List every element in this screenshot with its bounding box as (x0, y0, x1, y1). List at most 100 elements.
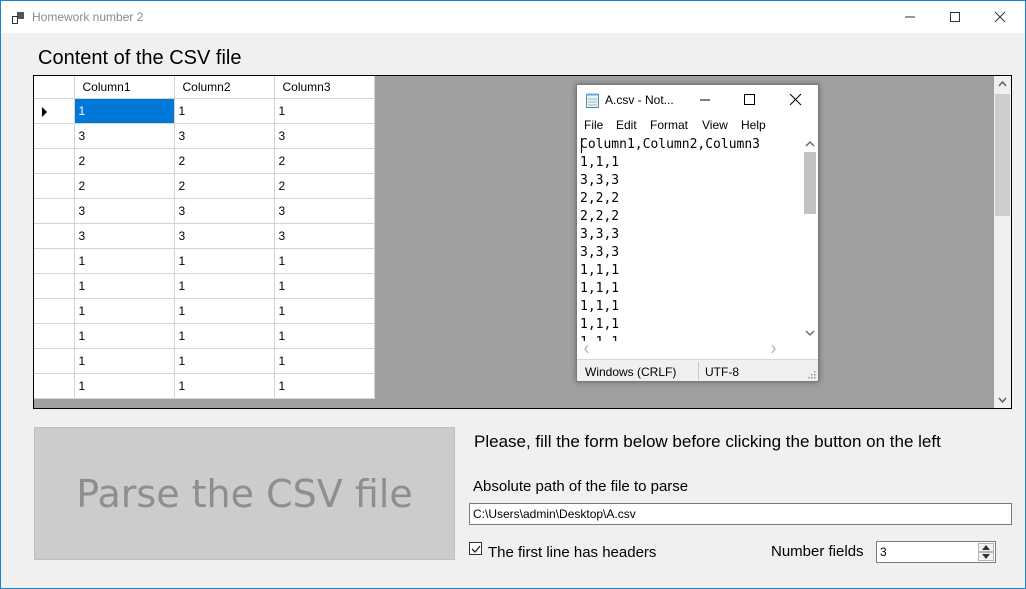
notepad-maximize-button[interactable] (729, 85, 769, 115)
grid-cell[interactable]: 1 (74, 373, 175, 399)
scroll-thumb[interactable] (995, 94, 1010, 216)
menu-format[interactable]: Format (650, 118, 688, 132)
table-row[interactable]: 111 (34, 248, 375, 274)
minimize-button[interactable] (887, 1, 933, 33)
table-row[interactable]: 222 (34, 148, 375, 174)
grid-cell[interactable]: 1 (174, 348, 275, 374)
maximize-button[interactable] (932, 1, 978, 33)
table-row[interactable]: 111 (34, 98, 375, 124)
grid-cell[interactable]: 1 (274, 273, 375, 299)
grid-cell[interactable]: 1 (274, 248, 375, 274)
table-row[interactable]: 111 (34, 323, 375, 349)
grid-cell[interactable]: 1 (174, 273, 275, 299)
number-fields-value[interactable]: 3 (880, 545, 887, 559)
grid-cell[interactable]: 1 (174, 248, 275, 274)
column-header[interactable]: Column3 (274, 76, 375, 99)
path-input[interactable] (469, 503, 1012, 525)
grid-cell[interactable]: 1 (174, 323, 275, 349)
table-row[interactable]: 222 (34, 173, 375, 199)
menu-view[interactable]: View (702, 118, 728, 132)
notepad-title-bar[interactable]: A.csv - Not... (577, 85, 818, 115)
grid-cell[interactable]: 1 (274, 298, 375, 324)
grid-cell[interactable]: 1 (274, 323, 375, 349)
notepad-horizontal-scrollbar[interactable] (577, 341, 802, 357)
menu-edit[interactable]: Edit (616, 118, 637, 132)
current-row-arrow-icon (42, 106, 47, 117)
grid-cell[interactable]: 2 (174, 173, 275, 199)
row-header[interactable] (34, 373, 75, 399)
grid-cell[interactable]: 2 (74, 173, 175, 199)
grid-cell[interactable]: 3 (174, 198, 275, 224)
scroll-down-button[interactable] (994, 391, 1011, 408)
row-header[interactable] (34, 223, 75, 249)
spin-up-button[interactable] (978, 543, 994, 552)
grid-cell[interactable]: 1 (74, 323, 175, 349)
table-row[interactable]: 333 (34, 198, 375, 224)
grid-cell[interactable]: 2 (274, 148, 375, 174)
grid-cell[interactable]: 1 (274, 373, 375, 399)
grid-cell[interactable]: 3 (274, 123, 375, 149)
grid-cell[interactable]: 1 (74, 248, 175, 274)
grid-cell[interactable]: 1 (74, 298, 175, 324)
row-header[interactable] (34, 323, 75, 349)
row-header[interactable] (34, 248, 75, 274)
data-grid-view[interactable]: Column1 Column2 Column3 1113332222223333… (33, 75, 1012, 409)
grid-cell[interactable]: 3 (74, 123, 175, 149)
grid-cell[interactable]: 1 (274, 98, 375, 124)
grid-cell[interactable]: 3 (74, 223, 175, 249)
grid-vertical-scrollbar[interactable] (994, 76, 1011, 408)
data-grid[interactable]: Column1 Column2 Column3 1113332222223333… (34, 76, 375, 399)
spin-down-button[interactable] (978, 552, 994, 561)
table-row[interactable]: 111 (34, 273, 375, 299)
notepad-text-area[interactable]: Column1,Column2,Column3 1,1,1 3,3,3 2,2,2 2,… (580, 136, 803, 341)
row-header[interactable] (34, 298, 75, 324)
menu-help[interactable]: Help (741, 118, 766, 132)
table-row[interactable]: 333 (34, 223, 375, 249)
grid-cell[interactable]: 1 (274, 348, 375, 374)
row-header[interactable] (34, 123, 75, 149)
table-row[interactable]: 333 (34, 123, 375, 149)
close-button[interactable] (977, 1, 1023, 33)
menu-file[interactable]: File (584, 118, 603, 132)
status-separator (698, 362, 699, 380)
title-bar[interactable]: Homework number 2 (1, 1, 1025, 33)
table-row[interactable]: 111 (34, 348, 375, 374)
grid-cell[interactable]: 1 (174, 373, 275, 399)
notepad-window[interactable]: A.csv - Not... File Edit Format View Hel… (576, 84, 819, 382)
row-header[interactable] (34, 348, 75, 374)
grid-cell[interactable]: 1 (74, 98, 175, 124)
grid-cell[interactable]: 3 (174, 223, 275, 249)
spin-buttons[interactable] (978, 543, 994, 561)
notepad-vertical-scrollbar[interactable] (802, 136, 818, 341)
maximize-icon (744, 94, 755, 105)
headers-checkbox-label[interactable]: The first line has headers (488, 544, 656, 561)
row-header[interactable] (34, 273, 75, 299)
grid-cell[interactable]: 2 (174, 148, 275, 174)
notepad-close-button[interactable] (775, 85, 815, 115)
number-fields-stepper[interactable]: 3 (876, 541, 996, 563)
grid-cell[interactable]: 1 (74, 348, 175, 374)
row-header[interactable] (34, 198, 75, 224)
row-header[interactable] (34, 98, 75, 124)
grid-cell[interactable]: 1 (174, 98, 275, 124)
column-header[interactable]: Column2 (174, 76, 275, 99)
table-row[interactable]: 111 (34, 298, 375, 324)
notepad-minimize-button[interactable] (685, 85, 725, 115)
headers-checkbox[interactable] (469, 542, 482, 555)
grid-cell[interactable]: 1 (174, 298, 275, 324)
grid-cell[interactable]: 3 (274, 198, 375, 224)
grid-cell[interactable]: 3 (74, 198, 175, 224)
scroll-up-button[interactable] (994, 76, 1011, 93)
row-header[interactable] (34, 173, 75, 199)
scroll-thumb[interactable] (804, 152, 816, 214)
row-header-corner[interactable] (34, 76, 75, 99)
parse-csv-button[interactable]: Parse the CSV file (34, 427, 455, 560)
grid-cell[interactable]: 3 (274, 223, 375, 249)
column-header[interactable]: Column1 (74, 76, 175, 99)
grid-cell[interactable]: 3 (174, 123, 275, 149)
grid-cell[interactable]: 2 (274, 173, 375, 199)
grid-cell[interactable]: 2 (74, 148, 175, 174)
table-row[interactable]: 111 (34, 373, 375, 399)
grid-cell[interactable]: 1 (74, 273, 175, 299)
row-header[interactable] (34, 148, 75, 174)
